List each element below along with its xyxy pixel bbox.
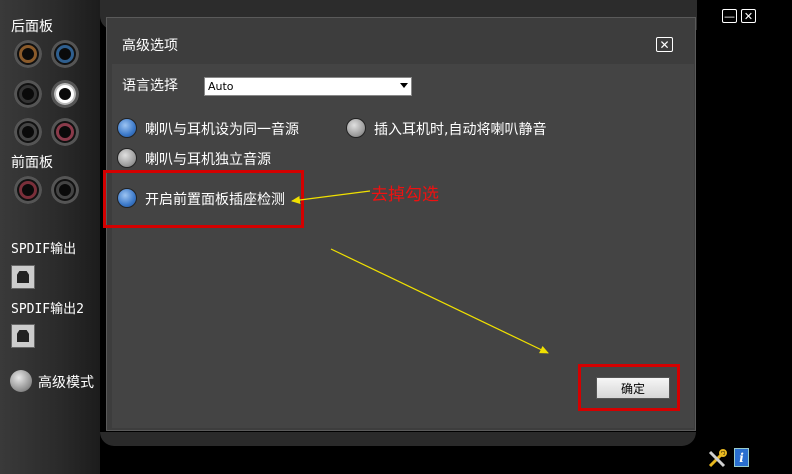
tools-icon[interactable] [707, 449, 727, 469]
arrow-to-ok [330, 248, 549, 354]
info-icon[interactable]: i [734, 448, 749, 467]
ok-button[interactable]: 确定 [596, 377, 670, 399]
arrow-to-checkbox [291, 190, 371, 204]
